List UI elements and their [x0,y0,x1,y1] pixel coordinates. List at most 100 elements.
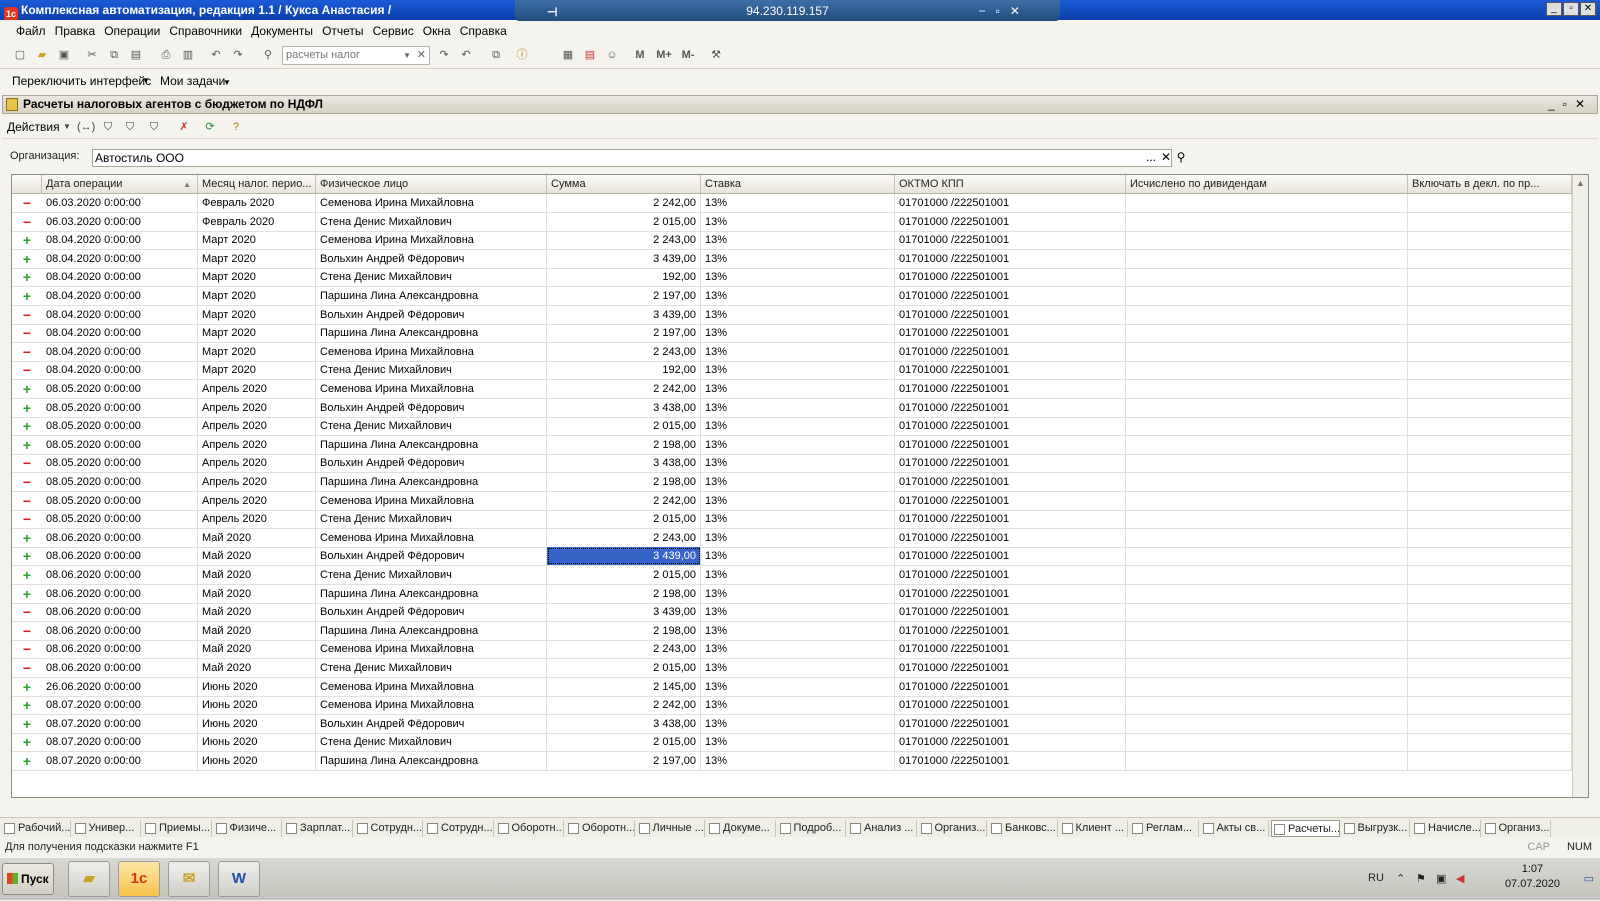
rdp-window-controls[interactable]: −▫✕ [979,0,1030,22]
cell-oktmo[interactable]: 01701000 /222501001 [895,733,1126,752]
cell-month[interactable]: Апрель 2020 [198,417,316,436]
cell-person[interactable]: Семенова Ирина Михайловна [316,194,547,212]
close-button[interactable]: ✕ [1580,2,1596,16]
cell-person[interactable]: Паршина Лина Александровна [316,324,547,343]
cell-oktmo[interactable]: 01701000 /222501001 [895,324,1126,343]
cell-rate[interactable]: 13% [701,547,895,566]
cell-month[interactable]: Июнь 2020 [198,714,316,733]
cell-month[interactable]: Май 2020 [198,584,316,603]
cell-incl[interactable] [1408,752,1572,770]
window-tab[interactable]: Сотрудн... [425,820,494,837]
cell-person[interactable]: Вольхин Андрей Фёдорович [316,603,547,622]
cell-month[interactable]: Март 2020 [198,231,316,250]
window-tab[interactable]: Подроб... [778,820,846,837]
cell-incl[interactable] [1408,342,1572,361]
cell-incl[interactable] [1408,491,1572,510]
cell-rate[interactable]: 13% [701,435,895,454]
cell-person[interactable]: Стена Денис Михайлович [316,510,547,529]
cell-rate[interactable]: 13% [701,677,895,696]
cell-incl[interactable] [1408,287,1572,305]
memory-minus-button[interactable]: M- [678,47,698,63]
cell-sum[interactable]: 2 243,00 [547,342,701,361]
table-row[interactable]: −06.03.2020 0:00:00 Февраль 2020 Стена Ден… [12,212,1572,232]
cell-oktmo[interactable]: 01701000 /222501001 [895,305,1126,324]
table-row[interactable]: +08.04.2020 0:00:00 Март 2020 Паршина Лина… [12,287,1572,306]
cell-rate[interactable]: 13% [701,380,895,398]
cell-date[interactable]: 08.05.2020 0:00:00 [42,473,198,491]
search-input[interactable]: расчеты налог ▼ ✕ [282,46,430,65]
cell-rate[interactable]: 13% [701,194,895,212]
cell-month[interactable]: Июнь 2020 [198,677,316,696]
my-tasks-dropdown-icon[interactable]: ▼ [223,78,231,87]
cell-rate[interactable]: 13% [701,473,895,491]
cell-date[interactable]: 08.05.2020 0:00:00 [42,491,198,510]
cell-oktmo[interactable]: 01701000 /222501001 [895,566,1126,584]
redo-icon[interactable]: ↷ [230,47,246,63]
cell-oktmo[interactable]: 01701000 /222501001 [895,231,1126,250]
cell-date[interactable]: 08.06.2020 0:00:00 [42,621,198,640]
search-clear-icon[interactable]: ✕ [417,47,426,64]
cell-month[interactable]: Май 2020 [198,603,316,622]
window-tab[interactable]: Оборотн... [566,820,635,837]
menu-help[interactable]: Справка [460,21,507,41]
table-row[interactable]: +08.04.2020 0:00:00 Март 2020 Вольхин Андр… [12,249,1572,269]
table-row[interactable]: +08.06.2020 0:00:00 Май 2020 Паршина Лина … [12,584,1572,604]
interval-icon[interactable]: (↔) [77,119,95,135]
cell-div[interactable] [1126,324,1408,343]
cell-incl[interactable] [1408,454,1572,473]
copy-icon[interactable]: ⧉ [106,47,122,63]
table-row[interactable]: +08.07.2020 0:00:00 Июнь 2020 Семенова Ири… [12,696,1572,716]
vertical-scrollbar[interactable]: ▲ [1572,175,1588,797]
cell-person[interactable]: Семенова Ирина Михайловна [316,380,547,398]
cell-month[interactable]: Апрель 2020 [198,398,316,417]
cell-date[interactable]: 08.04.2020 0:00:00 [42,324,198,343]
cell-rate[interactable]: 13% [701,752,895,770]
filter-icon[interactable]: ⛉ [100,119,116,135]
cell-person[interactable]: Стена Денис Михайлович [316,566,547,584]
cell-sum[interactable]: 2 242,00 [547,696,701,715]
cell-person[interactable]: Паршина Лина Александровна [316,752,547,770]
cell-rate[interactable]: 13% [701,640,895,659]
cell-rate[interactable]: 13% [701,491,895,510]
cell-incl[interactable] [1408,194,1572,212]
cell-person[interactable]: Семенова Ирина Михайловна [316,640,547,659]
cell-date[interactable]: 08.06.2020 0:00:00 [42,547,198,566]
cell-rate[interactable]: 13% [701,212,895,231]
cell-person[interactable]: Семенова Ирина Михайловна [316,677,547,696]
actions-dropdown-icon[interactable]: ▼ [59,119,75,135]
cell-date[interactable]: 06.03.2020 0:00:00 [42,212,198,231]
save-icon[interactable]: ▣ [56,47,72,63]
info-icon[interactable]: ⓘ [514,47,530,63]
cell-sum[interactable]: 2 242,00 [547,194,701,212]
cell-rate[interactable]: 13% [701,342,895,361]
calendar-icon[interactable]: ▤ [582,47,598,63]
cell-sum[interactable]: 3 438,00 [547,714,701,733]
language-indicator[interactable]: RU [1368,872,1384,884]
cell-oktmo[interactable]: 01701000 /222501001 [895,528,1126,547]
cell-div[interactable] [1126,268,1408,287]
table-row[interactable]: +08.07.2020 0:00:00 Июнь 2020 Паршина Лина… [12,752,1572,771]
menu-file[interactable]: Файл [16,21,46,41]
cell-month[interactable]: Апрель 2020 [198,510,316,529]
window-tab[interactable]: Акты св... [1201,820,1269,837]
print-preview-icon[interactable]: ▥ [180,47,196,63]
table-row[interactable]: −08.04.2020 0:00:00 Март 2020 Семенова Ири… [12,342,1572,362]
cell-oktmo[interactable]: 01701000 /222501001 [895,491,1126,510]
header-month[interactable]: Месяц налог. перио... [198,175,316,194]
find-prev-icon[interactable]: ↶ [458,47,474,63]
cell-sum[interactable]: 2 197,00 [547,324,701,343]
cell-rate[interactable]: 13% [701,659,895,677]
cell-sum[interactable]: 2 015,00 [547,659,701,677]
cell-month[interactable]: Май 2020 [198,659,316,677]
table-row[interactable]: −08.06.2020 0:00:00 Май 2020 Стена Денис М… [12,659,1572,678]
cell-month[interactable]: Май 2020 [198,621,316,640]
cell-person[interactable]: Паршина Лина Александровна [316,435,547,454]
cell-person[interactable]: Вольхин Андрей Фёдорович [316,305,547,324]
refresh-icon[interactable]: ⟳ [202,119,218,135]
volume-icon[interactable]: ◀ [1456,872,1464,885]
cell-date[interactable]: 08.04.2020 0:00:00 [42,305,198,324]
cell-month[interactable]: Февраль 2020 [198,212,316,231]
table-row[interactable]: −08.04.2020 0:00:00 Март 2020 Стена Денис … [12,361,1572,381]
table-row[interactable]: +08.05.2020 0:00:00 Апрель 2020 Вольхин Ан… [12,398,1572,418]
cell-person[interactable]: Семенова Ирина Михайловна [316,231,547,250]
